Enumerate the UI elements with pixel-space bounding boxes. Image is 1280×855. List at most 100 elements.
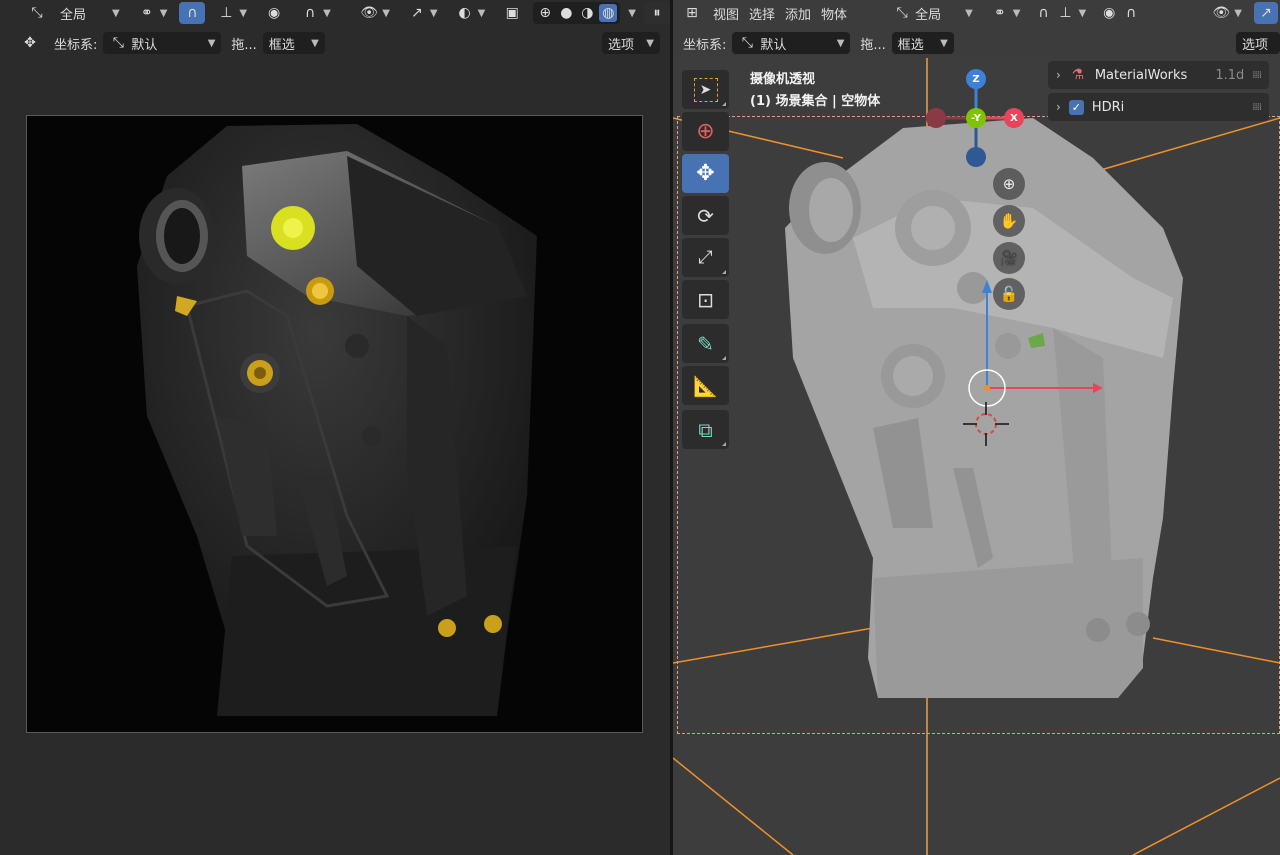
pivot-dropdown[interactable]: ⚭ ▼ <box>132 2 174 24</box>
snap-increment-icon: ⊥ <box>1059 5 1072 21</box>
axis-y-label: -Y <box>971 112 981 124</box>
snap-toggle[interactable]: ∩ <box>179 2 206 24</box>
link-icon: ⚭ <box>140 5 153 21</box>
coord-system-value: 默认 <box>760 37 787 53</box>
solid-shading-icon[interactable]: ● <box>557 4 575 22</box>
menu-view[interactable]: 视图 <box>713 4 739 23</box>
cursor-tool[interactable]: ⊕ <box>682 112 729 151</box>
coord-system-dropdown[interactable]: ⤡ 默认 ▼ <box>732 32 851 54</box>
xray-icon: ▣ <box>505 5 519 21</box>
drag-grip-icon[interactable]: ⁞⁞⁞⁞ <box>1252 102 1262 113</box>
measure-ruler-icon: 📐 <box>693 373 718 398</box>
orientation-dropdown[interactable]: ⤡ 全局 ▼ <box>22 2 126 24</box>
pause-render-button[interactable]: ⏸ <box>644 2 670 24</box>
orientation-value: 全局 <box>60 7 87 23</box>
magnet-icon: ∩ <box>1038 5 1049 21</box>
lock-icon[interactable]: 🔓 <box>993 278 1025 310</box>
transform-tool[interactable]: ⊡ <box>682 280 729 319</box>
proportional-edit-dropdown[interactable]: ◉ ∩ <box>1098 2 1142 24</box>
pivot-dropdown[interactable]: ⚭ ▼ <box>989 2 1023 24</box>
select-mode-dropdown[interactable]: 框选 ▼ <box>891 32 954 54</box>
camera-view-icon[interactable]: 🎥 <box>993 242 1025 274</box>
shading-mode-group: ⊕ ● ◑ ◍ <box>533 2 621 24</box>
axis-y-ball[interactable]: -Y <box>966 108 986 128</box>
shading-options-dropdown[interactable]: ▼ <box>626 2 638 24</box>
axis-neg-x-ball[interactable] <box>926 108 946 128</box>
drag-grip-icon[interactable]: ⁞⁞⁞⁞ <box>1252 70 1262 81</box>
render-header-row2: ✥ 坐标系: ⤡ 默认 ▼ 拖... 框选 ▼ 选项 ▼ <box>0 30 670 56</box>
overlays-dropdown[interactable]: ◐ ▼ <box>450 2 492 24</box>
options-dropdown[interactable]: 选项 ▼ <box>602 32 660 54</box>
visibility-dropdown[interactable]: 👁 ▼ <box>1210 2 1244 24</box>
proportional-edit-toggle[interactable]: ◉ <box>259 2 289 24</box>
axis-x-ball[interactable]: X <box>1004 108 1024 128</box>
viewport-editor: ⊞ 视图 选择 添加 物体 ⤡ 全局 ▼ ⚭ ▼ ∩ ⊥ ▼ ◉ ∩ 👁 ▼ ↗ <box>673 0 1280 855</box>
camera-frame <box>677 116 1280 734</box>
snap-dropdown[interactable]: ∩ ⊥ ▼ <box>1032 2 1088 24</box>
checkbox-checked-icon[interactable]: ✓ <box>1068 99 1084 115</box>
select-mode-dropdown[interactable]: 框选 ▼ <box>262 32 325 54</box>
orientation-dropdown[interactable]: ⤡ 全局 ▼ <box>887 2 979 24</box>
chevron-right-icon: › <box>1056 68 1061 82</box>
select-mode-value: 框选 <box>897 37 924 53</box>
gizmo-dropdown[interactable]: ↗ ▼ <box>402 2 444 24</box>
axis-x-label: X <box>1010 112 1018 124</box>
material-shading-icon[interactable]: ◑ <box>578 4 596 22</box>
visibility-dropdown[interactable]: 👁 ▼ <box>354 2 396 24</box>
measure-tool[interactable]: 📐 <box>682 366 729 405</box>
add-cube-tool[interactable]: ⧉ <box>682 410 729 449</box>
transform-orientation-icon: ⤡ <box>31 5 43 21</box>
rendered-image-frame <box>26 115 643 733</box>
coord-system-label: 坐标系: <box>683 37 727 53</box>
3d-viewport[interactable]: 摄像机透视 (1) 场景集合 | 空物体 ➤ ⊕ ✥ ⟳ ⤢ ⊡ ✎ 📐 ⧉ ›… <box>673 58 1280 855</box>
snap-target-dropdown[interactable]: ⊥ ▼ <box>211 2 253 24</box>
chevron-down-icon: ▼ <box>965 7 973 19</box>
proportional-edit-icon: ◉ <box>1103 5 1116 21</box>
falloff-curve-icon: ∩ <box>304 5 316 21</box>
viewport-collection-info: (1) 场景集合 | 空物体 <box>750 94 881 109</box>
move-icon: ✥ <box>696 160 715 186</box>
npanel-materialworks[interactable]: › ⚗ MaterialWorks 1.1d ⁞⁞⁞⁞ <box>1048 61 1269 89</box>
annotate-tool[interactable]: ✎ <box>682 324 729 363</box>
zoom-icon[interactable]: ⊕ <box>993 168 1025 200</box>
flask-icon: ⚗ <box>1071 67 1085 83</box>
viewport-view-title: 摄像机透视 <box>750 72 816 87</box>
npanel-item-label: HDRi <box>1091 99 1125 115</box>
magnet-icon: ∩ <box>187 5 198 21</box>
menu-add[interactable]: 添加 <box>785 4 811 23</box>
editor-type-icon[interactable]: ⊞ <box>681 4 703 22</box>
pan-hand-icon[interactable]: ✋ <box>993 205 1025 237</box>
chevron-down-icon: ▼ <box>239 7 248 19</box>
npanel-hdri[interactable]: › ✓ HDRi ⁞⁞⁞⁞ <box>1048 93 1269 121</box>
options-label: 选项 <box>1242 37 1269 53</box>
annotate-pencil-icon: ✎ <box>697 331 714 356</box>
npanel-item-label: MaterialWorks <box>1094 67 1188 83</box>
coord-system-dropdown[interactable]: ⤡ 默认 ▼ <box>103 32 222 54</box>
pause-icon: ⏸ <box>653 5 661 21</box>
rendered-torso-image <box>137 124 537 716</box>
options-dropdown[interactable]: 选项 <box>1236 32 1280 54</box>
cursor-icon: ⊕ <box>696 118 715 144</box>
chevron-down-icon: ▼ <box>477 7 486 19</box>
rotate-tool[interactable]: ⟳ <box>682 196 729 235</box>
coord-system-icon: ⤡ <box>112 35 124 51</box>
render-header-row1: ⤡ 全局 ▼ ⚭ ▼ ∩ ⊥ ▼ ◉ ∩ ▼ 👁 ▼ ↗ ▼ ◐ ▼ ▣ ⊕ ●… <box>0 0 670 26</box>
select-box-icon: ➤ <box>693 77 718 102</box>
npanel-item-version: 1.1d <box>1215 67 1245 83</box>
select-box-tool[interactable]: ➤ <box>682 70 729 109</box>
chevron-down-icon: ▼ <box>1012 7 1021 19</box>
rendered-shading-icon[interactable]: ◍ <box>599 4 618 22</box>
move-tool[interactable]: ✥ <box>682 154 729 193</box>
scale-tool[interactable]: ⤢ <box>682 238 729 277</box>
wireframe-shading-icon[interactable]: ⊕ <box>536 4 554 22</box>
menu-object[interactable]: 物体 <box>821 4 847 23</box>
axis-z-ball[interactable]: Z <box>966 69 986 89</box>
drag-label: 拖... <box>231 37 257 53</box>
falloff-dropdown[interactable]: ∩ ▼ <box>295 2 337 24</box>
orientation-value: 全局 <box>915 7 942 23</box>
menu-select[interactable]: 选择 <box>749 4 775 23</box>
chevron-down-icon: ▼ <box>207 37 216 49</box>
axis-neg-z-ball[interactable] <box>966 147 986 167</box>
xray-toggle[interactable]: ▣ <box>497 2 527 24</box>
gizmo-toggle[interactable]: ↗ <box>1254 2 1278 24</box>
